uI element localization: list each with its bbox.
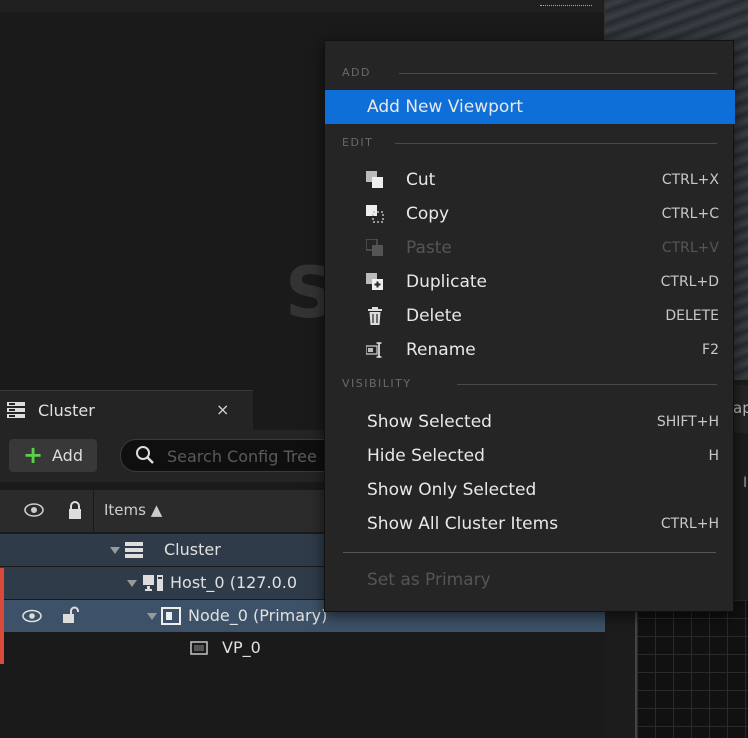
menu-item-hide-selected[interactable]: Hide Selected H xyxy=(325,439,735,473)
menu-item-shortcut: CTRL+X xyxy=(661,172,719,188)
section-visibility: VISIBILITY xyxy=(325,374,735,394)
section-divider xyxy=(399,73,717,74)
tree-row-viewport[interactable]: VP_0 xyxy=(0,632,605,664)
menu-item-add-new-viewport[interactable]: Add New Viewport xyxy=(325,90,735,124)
trash-icon xyxy=(368,307,382,325)
cut-icon xyxy=(366,171,383,188)
menu-item-show-selected[interactable]: Show Selected SHIFT+H xyxy=(325,405,735,439)
eye-icon[interactable] xyxy=(22,609,42,623)
items-column-header[interactable]: Items ▲ xyxy=(104,501,162,519)
copy-icon xyxy=(366,205,384,223)
menu-item-shortcut: CTRL+C xyxy=(661,206,719,222)
menu-item-cut[interactable]: Cut CTRL+X xyxy=(325,163,735,197)
menu-item-label: Add New Viewport xyxy=(367,97,523,117)
section-divider xyxy=(395,143,717,144)
menu-item-shortcut: H xyxy=(708,448,719,464)
menu-item-label: Delete xyxy=(406,306,462,326)
menu-item-shortcut: F2 xyxy=(702,342,719,358)
cluster-icon xyxy=(125,542,143,558)
right-grid-canvas[interactable] xyxy=(635,600,748,738)
menu-item-label: Duplicate xyxy=(406,272,487,292)
modified-marker xyxy=(0,568,4,664)
tree-label: Cluster xyxy=(164,540,221,559)
tree-label: Node_0 (Primary) xyxy=(188,606,328,625)
tab-cluster[interactable]: Cluster × xyxy=(0,390,253,430)
viewport-icon xyxy=(190,641,208,655)
eye-icon[interactable] xyxy=(24,502,44,518)
right-tab-label[interactable]: ap xyxy=(733,399,748,417)
menu-item-duplicate[interactable]: Duplicate CTRL+D xyxy=(325,265,735,299)
host-icon xyxy=(143,575,163,591)
menu-item-shortcut: DELETE xyxy=(665,308,719,324)
section-edit: EDIT xyxy=(325,133,735,153)
right-column-label: I xyxy=(743,475,748,491)
lock-icon[interactable] xyxy=(67,500,83,520)
node-icon xyxy=(161,607,181,625)
section-label: VISIBILITY xyxy=(342,377,412,390)
search-icon xyxy=(136,446,154,464)
expand-arrow-icon[interactable] xyxy=(147,613,157,620)
truncation-dots xyxy=(540,5,592,7)
paste-icon xyxy=(366,239,383,256)
add-button[interactable]: + Add xyxy=(9,439,97,472)
rename-icon xyxy=(366,342,382,358)
menu-separator xyxy=(343,552,716,553)
menu-item-label: Copy xyxy=(406,204,450,224)
add-button-label: Add xyxy=(52,446,83,465)
menu-item-label: Hide Selected xyxy=(367,446,485,466)
expand-arrow-icon[interactable] xyxy=(110,547,120,554)
menu-item-shortcut: CTRL+D xyxy=(660,274,719,290)
menu-item-label: Paste xyxy=(406,238,452,258)
menu-item-show-all-cluster-items[interactable]: Show All Cluster Items CTRL+H xyxy=(325,507,735,541)
search-box[interactable] xyxy=(120,439,350,472)
menu-item-copy[interactable]: Copy CTRL+C xyxy=(325,197,735,231)
search-input[interactable] xyxy=(167,445,337,467)
viewport-top-strip xyxy=(0,0,605,12)
unlock-icon[interactable] xyxy=(62,606,80,624)
header-divider xyxy=(93,490,94,532)
expand-arrow-icon[interactable] xyxy=(127,580,137,587)
close-icon[interactable]: × xyxy=(216,400,229,419)
menu-item-show-only-selected[interactable]: Show Only Selected xyxy=(325,473,735,507)
section-label: ADD xyxy=(342,66,371,79)
menu-item-delete[interactable]: Delete DELETE xyxy=(325,299,735,333)
menu-item-label: Set as Primary xyxy=(367,570,491,590)
menu-item-label: Show All Cluster Items xyxy=(367,514,559,534)
section-add: ADD xyxy=(325,63,735,83)
duplicate-icon xyxy=(366,273,383,290)
section-label: EDIT xyxy=(342,136,374,149)
menu-item-label: Cut xyxy=(406,170,436,190)
menu-item-rename[interactable]: Rename F2 xyxy=(325,333,735,367)
cluster-icon xyxy=(7,402,25,418)
menu-item-shortcut: CTRL+H xyxy=(660,516,719,532)
tree-label: Host_0 (127.0.0 xyxy=(170,573,298,592)
menu-item-shortcut: CTRL+V xyxy=(661,240,719,256)
menu-item-paste: Paste CTRL+V xyxy=(325,231,735,265)
menu-item-label: Show Only Selected xyxy=(367,480,537,500)
section-divider xyxy=(457,384,717,385)
context-menu: ADD Add New Viewport EDIT Cut CTRL+X Cop… xyxy=(324,40,735,612)
tab-cluster-label: Cluster xyxy=(38,401,95,420)
menu-item-set-as-primary: Set as Primary xyxy=(325,563,735,597)
menu-item-label: Show Selected xyxy=(367,412,492,432)
tree-label: VP_0 xyxy=(222,638,261,657)
plus-icon: + xyxy=(23,441,44,469)
menu-item-label: Rename xyxy=(406,340,476,360)
menu-item-shortcut: SHIFT+H xyxy=(656,414,719,430)
